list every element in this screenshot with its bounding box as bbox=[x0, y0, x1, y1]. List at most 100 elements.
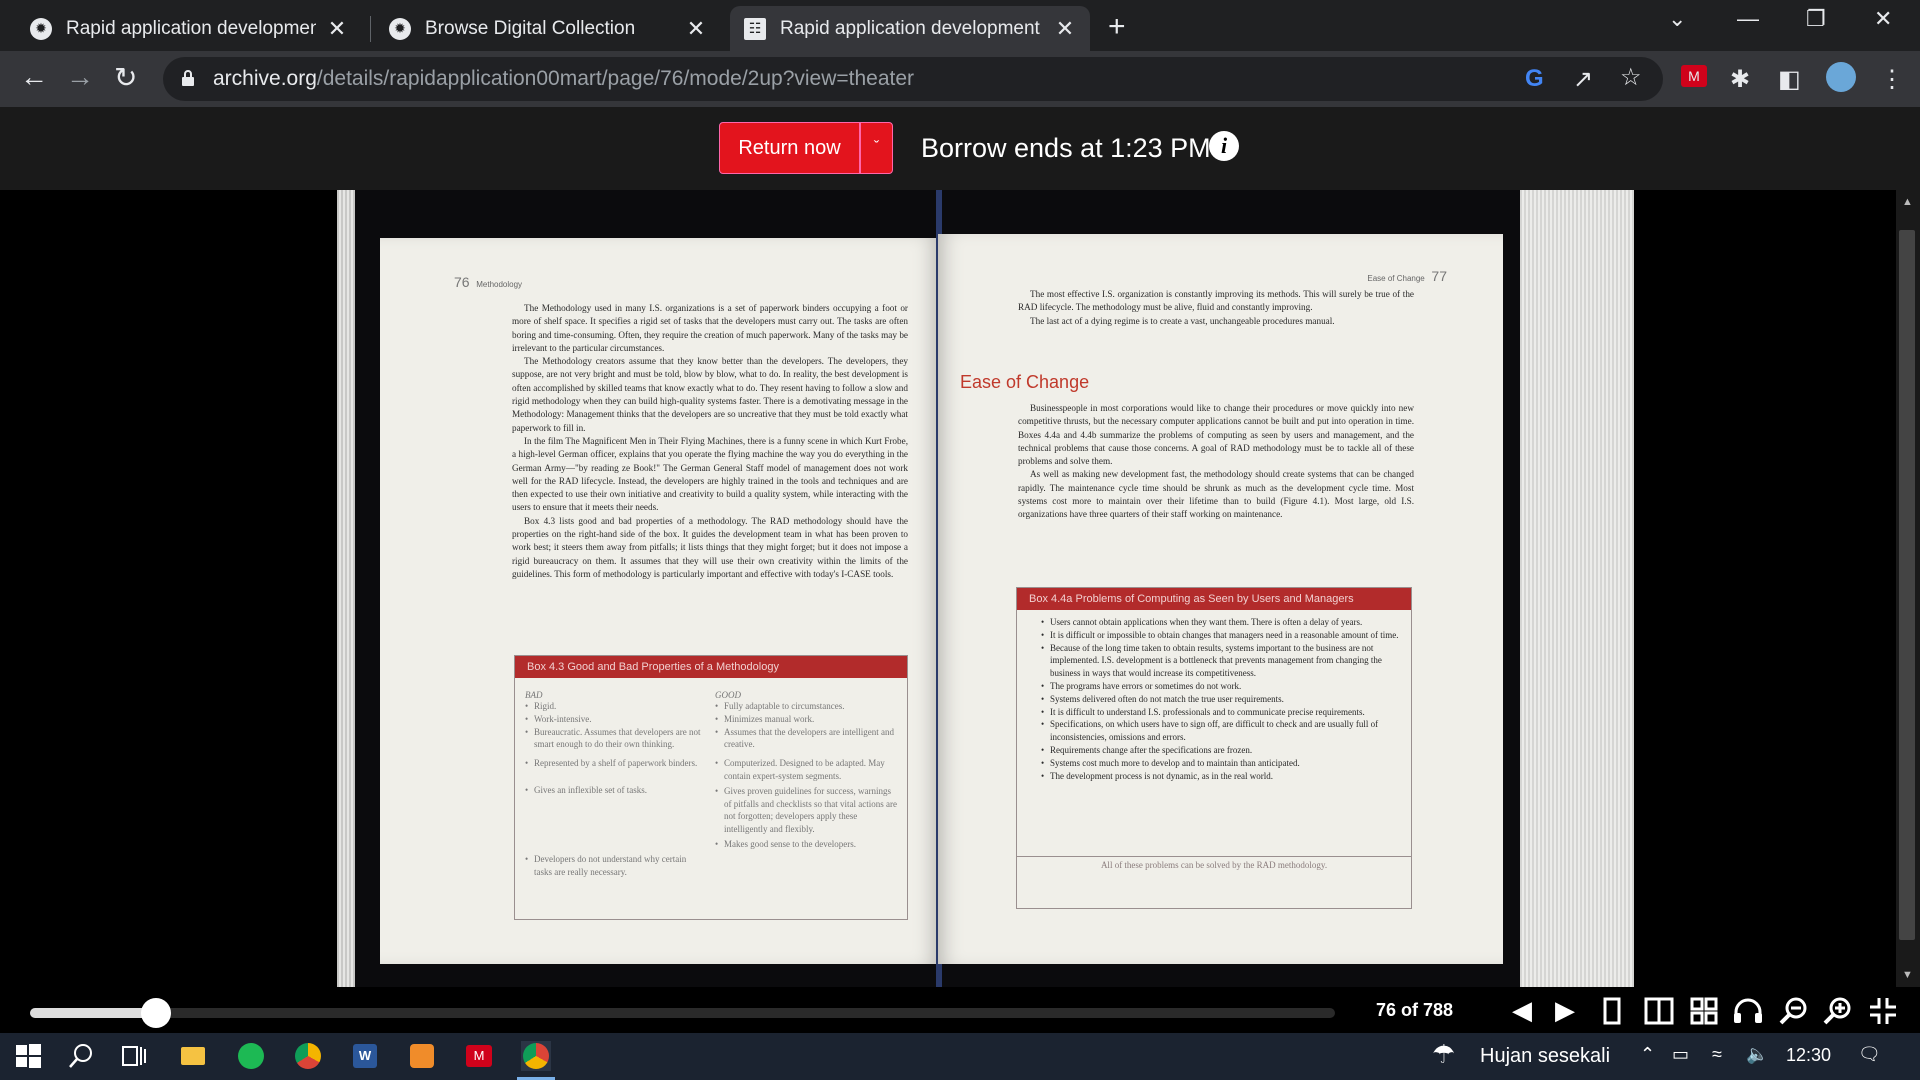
good-item: Computerized. Designed to be adapted. Ma… bbox=[715, 757, 900, 783]
paragraph: Box 4.3 lists good and bad properties of… bbox=[512, 515, 908, 579]
good-heading: GOOD bbox=[715, 690, 741, 700]
task-view-icon[interactable] bbox=[119, 1041, 149, 1071]
clock-time[interactable]: 12:30 bbox=[1786, 1045, 1831, 1066]
wifi-icon[interactable]: ≈ bbox=[1712, 1044, 1722, 1065]
share-icon[interactable]: ↗ bbox=[1573, 65, 1593, 94]
battery-icon[interactable]: ▭ bbox=[1672, 1044, 1689, 1065]
chrome-canary-icon[interactable] bbox=[293, 1041, 323, 1071]
paragraph: The Methodology used in many I.S. organi… bbox=[512, 303, 908, 353]
zoom-out-icon[interactable] bbox=[1778, 996, 1808, 1026]
right-page-intro: The most effective I.S. organization is … bbox=[1018, 288, 1414, 328]
tray-overflow-chevron-icon[interactable]: ⌃ bbox=[1640, 1044, 1655, 1065]
file-explorer-icon[interactable] bbox=[178, 1041, 208, 1071]
page-slider[interactable] bbox=[30, 998, 1335, 1028]
list-item: Because of the long time taken to obtain… bbox=[1041, 642, 1399, 680]
tab-rapid-app-1[interactable]: ✹ Rapid application development: | ✕ bbox=[16, 6, 362, 51]
paragraph: Businesspeople in most corporations woul… bbox=[1018, 403, 1414, 467]
bad-item: Rigid. bbox=[525, 700, 703, 713]
word-icon[interactable]: W bbox=[350, 1041, 380, 1071]
slider-handle[interactable] bbox=[140, 998, 171, 1028]
exit-fullscreen-icon[interactable] bbox=[1868, 996, 1898, 1026]
next-page-icon[interactable]: ▶ bbox=[1555, 995, 1575, 1026]
bookmark-star-icon[interactable]: ☆ bbox=[1620, 63, 1642, 92]
chrome-icon[interactable] bbox=[521, 1041, 551, 1071]
bad-item: Bureaucratic. Assumes that developers ar… bbox=[525, 726, 703, 752]
url-text: archive.org/details/rapidapplication00ma… bbox=[213, 67, 915, 90]
book-page-right[interactable]: Ease of Change 77 The most effective I.S… bbox=[938, 234, 1503, 964]
minimize-icon[interactable]: — bbox=[1737, 6, 1759, 32]
box-footer: All of these problems can be solved by t… bbox=[1017, 856, 1411, 873]
close-tab-icon[interactable]: ✕ bbox=[326, 16, 348, 42]
reload-icon[interactable]: ↻ bbox=[114, 61, 137, 94]
prev-page-icon[interactable]: ◀ bbox=[1512, 995, 1532, 1026]
problem-list: Users cannot obtain applications when th… bbox=[1017, 610, 1411, 856]
close-tab-icon[interactable]: ✕ bbox=[1054, 16, 1076, 42]
box-title: Box 4.4a Problems of Computing as Seen b… bbox=[1017, 588, 1411, 610]
list-item: It is difficult or impossible to obtain … bbox=[1041, 629, 1399, 642]
app-orange-icon[interactable] bbox=[407, 1041, 437, 1071]
menu-kebab-icon[interactable]: ⋮ bbox=[1880, 65, 1904, 94]
thumbnail-view-icon[interactable] bbox=[1690, 997, 1718, 1025]
restore-icon[interactable]: ❐ bbox=[1806, 6, 1826, 32]
scroll-up-icon[interactable]: ▲ bbox=[1902, 196, 1913, 208]
extensions-puzzle-icon[interactable]: ✱ bbox=[1730, 65, 1750, 94]
scroll-thumb[interactable] bbox=[1899, 230, 1915, 940]
tab-strip: ✹ Rapid application development: | ✕ ✹ B… bbox=[0, 0, 1920, 51]
bad-item: Represented by a shelf of paperwork bind… bbox=[525, 757, 703, 770]
scroll-down-icon[interactable]: ▼ bbox=[1902, 969, 1913, 981]
two-page-view-icon[interactable] bbox=[1644, 997, 1674, 1025]
page-edges-right bbox=[1520, 190, 1634, 987]
mendeley-icon[interactable]: M bbox=[464, 1041, 494, 1071]
read-aloud-headphones-icon[interactable] bbox=[1732, 997, 1764, 1025]
box-4-3: Box 4.3 Good and Bad Properties of a Met… bbox=[514, 655, 908, 920]
list-item: Systems cost much more to develop and to… bbox=[1041, 757, 1399, 770]
archive-favicon-icon: ✹ bbox=[389, 17, 411, 40]
google-lens-icon[interactable]: G bbox=[1525, 65, 1544, 93]
tab-rapid-app-active[interactable]: ☷ Rapid application development : ✕ bbox=[730, 6, 1090, 51]
tab-browse-collection[interactable]: ✹ Browse Digital Collection ✕ bbox=[375, 6, 721, 51]
side-panel-icon[interactable]: ◧ bbox=[1778, 65, 1801, 94]
close-window-icon[interactable]: ✕ bbox=[1874, 6, 1892, 32]
tab-title: Rapid application development : bbox=[780, 17, 1044, 39]
close-tab-icon[interactable]: ✕ bbox=[685, 16, 707, 42]
volume-icon[interactable]: 🔈 bbox=[1746, 1044, 1768, 1065]
notifications-icon[interactable]: 🗨 bbox=[1858, 1044, 1881, 1065]
borrow-ends-text: Borrow ends at 1:23 PM bbox=[921, 133, 1211, 163]
tab-search-chevron-icon[interactable]: ⌄ bbox=[1668, 6, 1686, 32]
profile-avatar[interactable] bbox=[1826, 62, 1856, 92]
paragraph: In the film The Magnificent Men in Their… bbox=[512, 435, 908, 513]
windows-taskbar: W M ☂ Hujan sesekali ⌃ ▭ ≈ 🔈 12:30 🗨 bbox=[0, 1033, 1920, 1080]
tab-title: Rapid application development: | bbox=[66, 17, 316, 39]
address-bar[interactable]: archive.org/details/rapidapplication00ma… bbox=[163, 57, 1663, 101]
vertical-scrollbar[interactable]: ▲ ▼ bbox=[1896, 190, 1920, 987]
archive-favicon-icon: ✹ bbox=[30, 17, 52, 40]
zoom-in-icon[interactable] bbox=[1822, 996, 1852, 1026]
spotify-icon[interactable] bbox=[236, 1041, 266, 1071]
bad-item: Developers do not understand why certain… bbox=[525, 853, 703, 879]
bad-item: Work-intensive. bbox=[525, 713, 703, 726]
list-item: The programs have errors or sometimes do… bbox=[1041, 680, 1399, 693]
list-item: Requirements change after the specificat… bbox=[1041, 744, 1399, 757]
good-item: Minimizes manual work. bbox=[715, 713, 900, 726]
new-tab-icon[interactable]: + bbox=[1108, 10, 1126, 44]
taskbar-search-icon[interactable] bbox=[66, 1041, 96, 1071]
tab-separator bbox=[370, 16, 371, 42]
bad-item: Gives an inflexible set of tasks. bbox=[525, 784, 703, 797]
lock-icon bbox=[182, 70, 194, 86]
book-page-left[interactable]: 76 Methodology The Methodology used in m… bbox=[380, 238, 938, 964]
weather-text[interactable]: Hujan sesekali bbox=[1480, 1045, 1610, 1068]
back-icon[interactable]: ← bbox=[20, 61, 48, 93]
good-item: Assumes that the developers are intellig… bbox=[715, 726, 900, 752]
windows-start-icon[interactable] bbox=[13, 1041, 43, 1071]
good-item: Gives proven guidelines for success, war… bbox=[715, 785, 900, 836]
section-heading: Ease of Change bbox=[960, 372, 1090, 392]
forward-icon[interactable]: → bbox=[66, 61, 94, 93]
return-now-button[interactable]: Return now bbox=[719, 122, 860, 174]
book-viewer[interactable]: 76 Methodology The Methodology used in m… bbox=[0, 190, 1900, 987]
reader-navbar: 76 of 788 ◀ ▶ bbox=[0, 987, 1920, 1033]
mendeley-extension-icon[interactable]: M bbox=[1681, 65, 1707, 87]
return-dropdown-chevron-icon[interactable]: ˇ bbox=[860, 122, 893, 174]
one-page-view-icon[interactable] bbox=[1603, 997, 1621, 1025]
weather-rain-icon[interactable]: ☂ bbox=[1432, 1039, 1455, 1070]
info-icon[interactable]: i bbox=[1209, 131, 1239, 161]
